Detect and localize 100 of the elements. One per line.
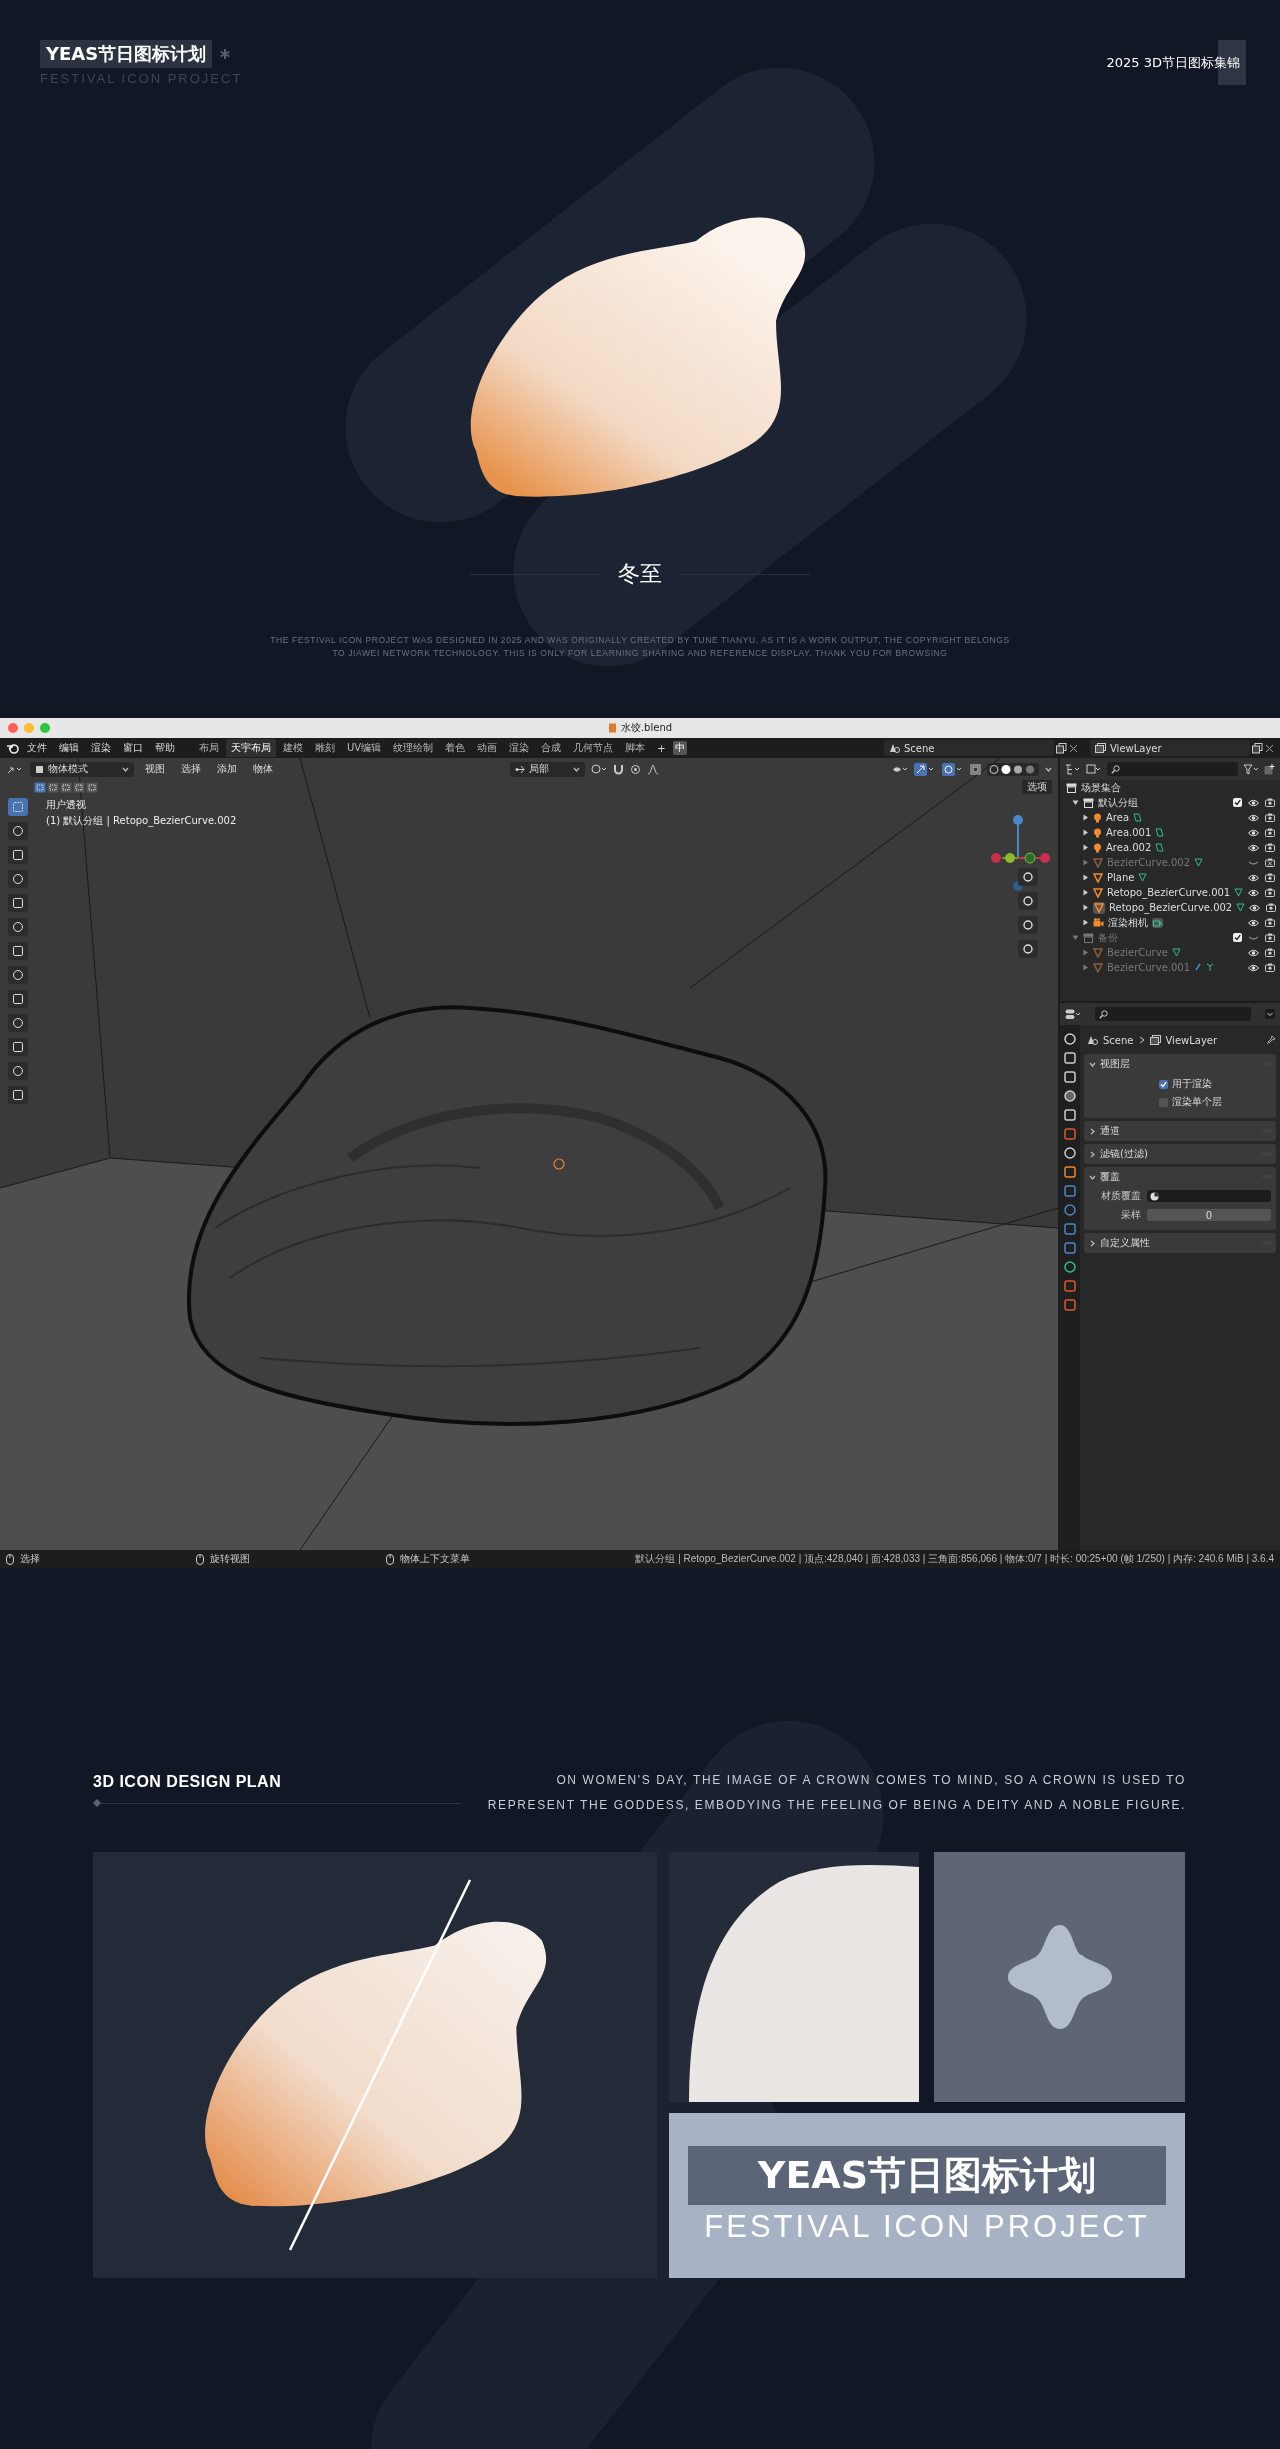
menu-item[interactable]: 添加 — [212, 761, 242, 777]
display-mode-icon[interactable] — [1065, 763, 1081, 775]
tree-item[interactable]: Retopo_BezierCurve.001 — [1107, 887, 1231, 898]
eye-icon[interactable] — [1248, 948, 1259, 957]
filter-icon[interactable] — [1243, 763, 1259, 775]
camera-icon[interactable] — [1265, 933, 1275, 942]
search-field[interactable] — [1095, 1007, 1251, 1021]
triangle-right-icon[interactable] — [1082, 829, 1089, 836]
proportional-icon[interactable] — [630, 763, 641, 775]
cursor-select-icon[interactable] — [8, 798, 28, 816]
view-layer-field[interactable]: ViewLayer — [1090, 740, 1250, 756]
close-icon[interactable] — [1069, 743, 1078, 753]
new-collection-icon[interactable] — [1264, 763, 1275, 775]
workspace-tab[interactable]: 布局 — [194, 739, 224, 757]
workspace-tab[interactable]: 脚本 — [620, 739, 651, 757]
checkbox[interactable] — [1159, 1097, 1168, 1107]
camera-icon[interactable] — [1265, 813, 1275, 822]
workspace-tab[interactable]: UV编辑 — [342, 739, 387, 757]
menu-item[interactable]: 物体 — [248, 761, 278, 777]
menu-item[interactable]: 视图 — [140, 761, 170, 777]
workspace-tab[interactable]: 天宇布局 — [226, 739, 276, 757]
panel-title[interactable]: 覆盖 — [1100, 1170, 1120, 1184]
eye-icon[interactable] — [1248, 918, 1259, 927]
breadcrumb-item[interactable]: ViewLayer — [1165, 1034, 1218, 1046]
eye-icon[interactable] — [1248, 813, 1259, 822]
workspace-tab[interactable]: 建模 — [278, 739, 308, 757]
app-logo-icon[interactable] — [6, 742, 20, 754]
menu-item[interactable]: 编辑 — [54, 740, 84, 756]
eye-icon[interactable] — [1248, 798, 1259, 807]
eye-icon[interactable] — [1248, 828, 1259, 837]
camera-icon[interactable] — [1265, 873, 1275, 882]
workspace-tab[interactable]: 纹理绘制 — [388, 739, 439, 757]
camera-icon[interactable] — [1265, 843, 1275, 852]
camera-icon[interactable] — [1265, 918, 1275, 927]
tree-item[interactable]: 渲染相机 — [1108, 915, 1148, 930]
eye-icon[interactable] — [1248, 873, 1259, 882]
add-workspace-button[interactable]: + — [652, 741, 671, 755]
overlay-icon[interactable] — [942, 762, 964, 776]
panel-title[interactable]: 滤镜(过滤) — [1100, 1147, 1148, 1161]
tree-item[interactable]: Area.001 — [1106, 827, 1152, 838]
checkbox[interactable] — [1233, 933, 1242, 942]
menu-item[interactable]: 选择 — [176, 761, 206, 777]
xray-icon[interactable] — [970, 763, 981, 775]
triangle-right-icon[interactable] — [1082, 919, 1089, 926]
falloff-curve-icon[interactable] — [647, 763, 659, 775]
copy-icon[interactable] — [1252, 742, 1263, 754]
filter-layers-icon[interactable] — [1086, 763, 1102, 775]
tree-item[interactable]: Area.002 — [1106, 842, 1152, 853]
camera-icon[interactable] — [1265, 948, 1275, 957]
editor-type-icon[interactable] — [1065, 1008, 1081, 1020]
pin-icon[interactable] — [1266, 1035, 1276, 1045]
options-button[interactable]: 选项 — [1022, 780, 1052, 794]
select-intersect-icon[interactable] — [86, 781, 98, 793]
select-new-icon[interactable] — [34, 781, 46, 793]
tree-item[interactable]: Plane — [1107, 872, 1135, 883]
eye-icon[interactable] — [1248, 843, 1259, 852]
checkbox[interactable] — [1233, 798, 1242, 807]
workspace-tab[interactable]: 几何节点 — [568, 739, 619, 757]
dropdown-icon[interactable] — [1265, 1009, 1275, 1019]
tree-item[interactable]: 场景集合 — [1081, 780, 1121, 795]
select-extend-icon[interactable] — [47, 781, 59, 793]
tree-item[interactable]: 默认分组 — [1098, 795, 1138, 810]
menu-item[interactable]: 渲染 — [86, 740, 116, 756]
panel-title[interactable]: 自定义属性 — [1100, 1236, 1150, 1250]
menu-item[interactable]: 文件 — [22, 740, 52, 756]
tree-item[interactable]: Area — [1106, 812, 1129, 823]
scene-field[interactable]: Scene — [884, 740, 1054, 756]
workspace-tab[interactable]: 渲染 — [504, 739, 535, 757]
workspace-tab[interactable]: 合成 — [536, 739, 567, 757]
eye-icon[interactable] — [1249, 903, 1261, 912]
number-field[interactable]: 0 — [1147, 1209, 1271, 1221]
camera-icon[interactable] — [1265, 963, 1275, 972]
copy-icon[interactable] — [1056, 742, 1067, 754]
camera-crossed-icon[interactable] — [1265, 858, 1275, 867]
camera-icon[interactable] — [1266, 903, 1277, 912]
menu-item[interactable]: 窗口 — [118, 740, 148, 756]
search-field[interactable] — [1107, 762, 1238, 776]
magnet-icon[interactable] — [613, 763, 624, 775]
select-subtract-icon[interactable] — [60, 781, 72, 793]
breadcrumb-item[interactable]: Scene — [1103, 1034, 1134, 1046]
triangle-right-icon[interactable] — [1082, 844, 1089, 851]
panel-title[interactable]: 通道 — [1100, 1124, 1120, 1138]
workspace-tab[interactable]: 着色 — [440, 739, 471, 757]
camera-icon[interactable] — [1265, 798, 1275, 807]
menu-item[interactable]: 帮助 — [150, 740, 180, 756]
tree-item[interactable]: Retopo_BezierCurve.002 — [1109, 902, 1233, 913]
triangle-right-icon[interactable] — [1082, 874, 1089, 881]
eye-icon[interactable] — [1248, 888, 1259, 897]
navigation-gizmo-drawing[interactable] — [991, 815, 1050, 891]
triangle-down-icon[interactable] — [1072, 799, 1079, 806]
camera-icon[interactable] — [1265, 828, 1275, 837]
eye-icon[interactable] — [1248, 963, 1259, 972]
snap-icon[interactable] — [591, 763, 607, 775]
gizmo-icon[interactable] — [914, 762, 936, 776]
triangle-right-icon[interactable] — [1082, 889, 1089, 896]
select-invert-icon[interactable] — [73, 781, 85, 793]
material-field[interactable] — [1147, 1190, 1271, 1202]
panel-title[interactable]: 视图层 — [1100, 1057, 1130, 1071]
camera-icon[interactable] — [1265, 888, 1275, 897]
workspace-tab[interactable]: 动画 — [472, 739, 503, 757]
